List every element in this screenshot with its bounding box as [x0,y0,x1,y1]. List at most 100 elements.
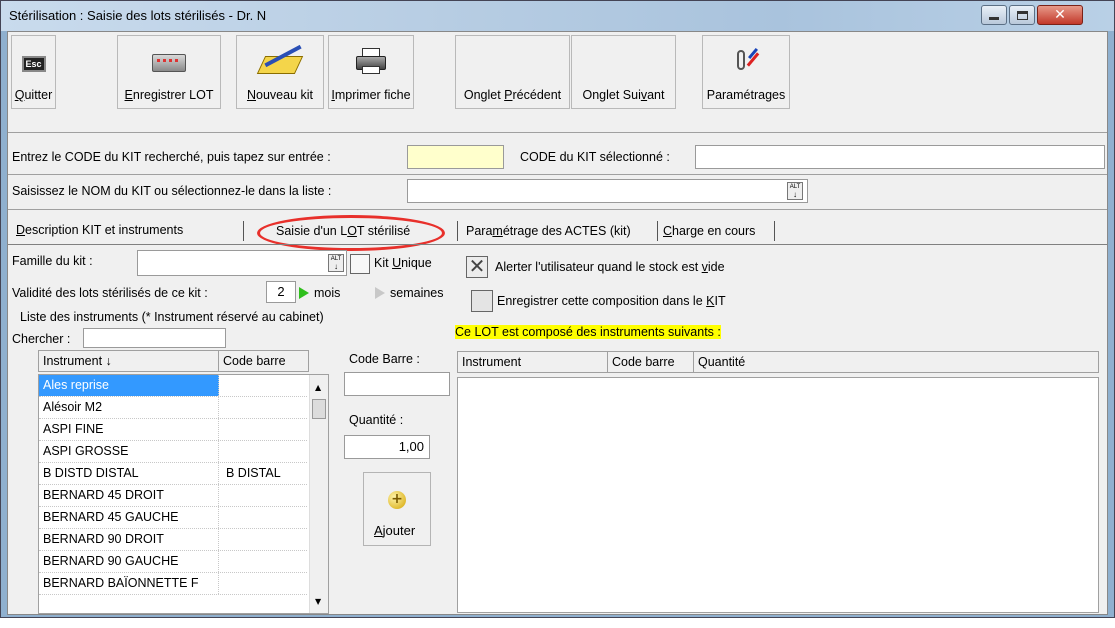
tab-divider [8,244,1107,245]
months-radio-icon[interactable] [299,287,309,299]
family-select[interactable]: ALT ↓ [137,250,347,276]
validity-input[interactable]: 2 [266,281,296,303]
scroll-thumb[interactable] [312,399,326,419]
instrument-barcode-cell [220,397,306,418]
col-instrument-header[interactable]: Instrument ↓ [39,351,219,371]
barcode-entry-input[interactable] [344,372,450,396]
code-search-label: Entrez le CODE du KIT recherché, puis ta… [12,150,331,164]
list-scrollbar[interactable]: ▲ ▼ [309,375,328,613]
instrument-name-cell: BERNARD 45 DROIT [39,485,219,506]
table-row[interactable]: BERNARD 45 GAUCHE [39,507,307,529]
scroll-down-icon[interactable]: ▼ [315,597,321,606]
tab-charge-label: harge en cours [672,224,756,238]
table-row[interactable]: ASPI FINE [39,419,307,441]
window-title: Stérilisation : Saisie des lots stérilis… [9,8,267,23]
quit-button[interactable]: Esc Quitter [11,35,56,109]
instrument-name-cell: B DISTD DISTAL [39,463,219,484]
table-row[interactable]: BERNARD 45 DROIT [39,485,307,507]
tab-charge-accel: C [663,224,673,238]
weeks-radio-icon[interactable] [375,287,385,299]
instrument-name-cell: BERNARD 90 DROIT [39,529,219,550]
prev-tab-label: récédent [512,88,562,102]
arrow-down-icon: ↓ [793,190,797,199]
family-label: Famille du kit : [12,254,93,268]
save-composition-label: Enregistrer cette composition dans le KI… [497,294,726,308]
toolbar: Esc Quitter Enregistrer LOT Nouveau kit [11,35,1103,109]
close-icon: ✕ [1054,7,1066,23]
instrument-search-input[interactable] [83,328,226,348]
alt-dropdown-button[interactable]: ALT ↓ [787,182,803,200]
new-kit-button[interactable]: Nouveau kit [236,35,324,109]
tab-separator [773,221,775,241]
save-lot-button[interactable]: Enregistrer LOT [117,35,221,109]
quit-label: uitter [24,88,53,102]
col-barcode-header[interactable]: Code barre [219,351,309,371]
kit-name-input[interactable]: ALT ↓ [407,179,808,203]
notepad-pencil-icon [256,44,304,76]
instruments-list-label: Liste des instruments (* Instrument rése… [20,310,324,324]
print-button[interactable]: Imprimer fiche [328,35,414,109]
close-button[interactable]: ✕ [1037,5,1083,25]
tab-description[interactable]: Description KIT et instruments [16,223,183,245]
title-bar: Stérilisation : Saisie des lots stérilis… [1,1,1114,31]
settings-label-pre: Paramétra [706,88,766,102]
settings-accel: g [765,88,773,102]
comp-col-quantity[interactable]: Quantité [694,352,1100,372]
instrument-name-cell: BERNARD 45 GAUCHE [39,507,219,528]
instrument-name-cell: Alésoir M2 [39,397,219,418]
prev-tab-button[interactable]: Onglet Précédent [455,35,570,109]
composition-header: Instrument Code barre Quantité [457,351,1099,373]
printer-icon [356,48,386,74]
table-row[interactable]: B DISTD DISTAL B DISTAL [39,463,307,485]
kit-name-label: Saisissez le NOM du KIT ou sélectionnez-… [12,184,332,198]
table-row[interactable]: BERNARD 90 GAUCHE [39,551,307,573]
client-area: Esc Quitter Enregistrer LOT Nouveau kit [7,31,1108,615]
instrument-name-cell: ASPI FINE [39,419,219,440]
table-row[interactable]: Ales reprise [39,375,307,397]
minimize-button[interactable] [981,5,1007,25]
selected-code-label: CODE du KIT sélectionné : [520,150,670,164]
add-button[interactable]: + Ajouter [363,472,431,546]
kit-unique-post: nique [401,256,432,270]
scroll-up-icon[interactable]: ▲ [315,383,321,392]
kit-unique-checkbox[interactable] [350,254,370,274]
prev-tab-accel: P [504,88,513,102]
maximize-button[interactable] [1009,5,1035,25]
instrument-list[interactable]: Ales reprise Alésoir M2 ASPI FINE ASPI GROS… [38,374,329,614]
comp-col-quantity-label: Quantité [698,355,746,369]
quantity-input[interactable]: 1,00 [344,435,430,459]
table-row[interactable]: ASPI GROSSE [39,441,307,463]
comp-col-instrument[interactable]: Instrument [458,352,608,372]
new-kit-label: ouveau kit [256,88,313,102]
kit-code-input[interactable] [407,145,504,169]
alert-empty-stock-label: Alerter l'utilisateur quand le stock est… [495,260,725,274]
tab-actes-pre: Para [466,224,493,238]
table-row[interactable]: Alésoir M2 [39,397,307,419]
comp-col-barcode[interactable]: Code barre [608,352,694,372]
weeks-label: semaines [390,286,444,300]
save-composition-checkbox[interactable] [471,290,493,312]
quantity-value: 1,00 [398,439,424,454]
print-label: mprimer fiche [334,88,411,102]
col-instrument-label: Instrument [43,354,103,368]
annotation-circle [257,215,445,251]
alert-empty-stock-checkbox[interactable]: ✕ [466,256,488,278]
next-tab-button[interactable]: Onglet Suivant [571,35,676,109]
arrow-down-icon: ↓ [334,262,338,271]
table-row[interactable]: BERNARD BAÏONNETTE F [39,573,307,595]
tools-icon [731,46,761,76]
alert-pre: Alerter l'utilisateur quand le stock est [495,260,702,274]
save-lot-label: nregistrer LOT [132,88,214,102]
tab-charge-en-cours[interactable]: Charge en cours [663,224,755,246]
tab-parametrage-actes[interactable]: Paramétrage des ACTES (kit) [466,224,631,246]
table-row[interactable]: BERNARD 90 DROIT [39,529,307,551]
quit-accel: Q [14,88,25,102]
instrument-name-cell: ASPI GROSSE [39,441,219,462]
col-barcode-label: Code barre [223,354,286,368]
settings-button[interactable]: Paramétrages [702,35,790,109]
tab-description-accel: D [16,223,26,237]
alt-dropdown-button[interactable]: ALT ↓ [328,254,344,272]
alert-post: ide [707,260,725,274]
composition-grid[interactable] [457,377,1099,613]
instrument-barcode-cell [220,485,306,506]
